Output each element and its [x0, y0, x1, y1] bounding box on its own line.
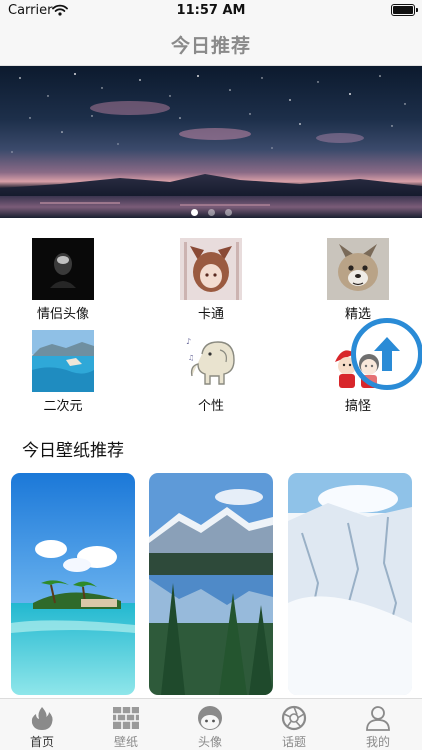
status-bar: Carrier 11:57 AM — [0, 0, 422, 22]
page-title: 今日推荐 — [170, 35, 251, 57]
carousel-dots[interactable] — [0, 201, 422, 220]
banner-carousel[interactable] — [0, 66, 422, 218]
tab-label: 壁纸 — [113, 735, 138, 749]
tab-mine[interactable]: 我的 — [336, 699, 420, 750]
category-label: 搞怪 — [344, 399, 371, 414]
nav-bar: 今日推荐 — [0, 22, 422, 66]
category-thumbnail — [32, 330, 94, 392]
tab-bar: 首页 壁纸 头像 话题 我的 — [0, 698, 422, 750]
svg-text:♫: ♫ — [188, 354, 194, 362]
tab-wallpaper[interactable]: 壁纸 — [84, 699, 168, 750]
tab-avatar[interactable]: 头像 — [168, 699, 252, 750]
tab-home[interactable]: 首页 — [0, 699, 84, 750]
person-icon — [366, 706, 390, 731]
category-thumbnail: ♪ ♫ — [180, 330, 242, 392]
svg-text:♪: ♪ — [186, 337, 191, 346]
category-personality[interactable]: ♪ ♫ 个性 — [151, 330, 271, 414]
wallpaper-image — [149, 473, 273, 695]
banner-image — [0, 73, 422, 218]
flame-icon — [31, 707, 53, 730]
wallpaper-card-beach[interactable] — [11, 473, 135, 695]
face-icon — [198, 706, 222, 730]
brick-wall-icon — [113, 707, 139, 729]
category-thumbnail — [32, 238, 94, 300]
carousel-dot[interactable] — [207, 209, 215, 216]
tab-label: 头像 — [197, 735, 222, 749]
category-label: 个性 — [197, 399, 224, 414]
carousel-dot[interactable] — [190, 209, 198, 216]
category-label: 精选 — [344, 307, 371, 322]
wallpaper-card-snow-mountain[interactable] — [288, 473, 412, 695]
category-thumbnail — [180, 238, 242, 300]
category-thumbnail — [327, 238, 389, 300]
wallpaper-card-mountain-lake[interactable] — [149, 473, 273, 695]
aperture-icon — [281, 705, 307, 731]
status-time: 11:57 AM — [176, 3, 246, 18]
category-featured[interactable]: 精选 — [298, 238, 418, 322]
category-cartoon[interactable]: 卡通 — [151, 238, 271, 322]
battery-icon — [391, 4, 418, 16]
category-label: 情侣头像 — [36, 307, 89, 322]
category-label: 卡通 — [197, 307, 224, 322]
category-label: 二次元 — [43, 399, 83, 414]
section-title: 今日壁纸推荐 — [22, 441, 124, 461]
wallpaper-image — [11, 473, 135, 695]
scroll-to-top-button[interactable] — [351, 318, 422, 390]
tab-topics[interactable]: 话题 — [252, 699, 336, 750]
carousel-dot[interactable] — [224, 209, 232, 216]
tab-label: 我的 — [365, 735, 390, 749]
wallpaper-image — [288, 473, 412, 695]
tab-label: 话题 — [281, 735, 306, 749]
tab-label: 首页 — [29, 735, 54, 749]
arrow-up-icon — [374, 337, 400, 371]
category-couple-avatar[interactable]: 情侣头像 — [3, 238, 123, 322]
category-anime[interactable]: 二次元 — [3, 330, 123, 414]
